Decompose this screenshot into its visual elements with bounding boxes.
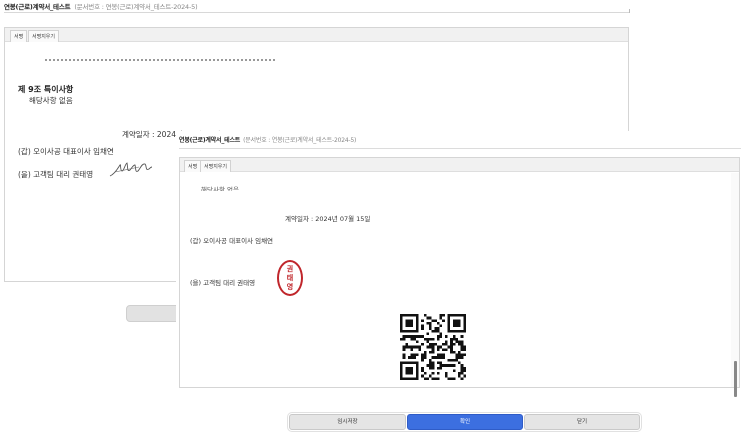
- back-section-body: 해당사항 없음: [29, 96, 73, 105]
- front-tab-bar: 서명 서명지우기: [180, 158, 739, 172]
- front-document-panel: 서명 서명지우기 해당사항 없음 계약일자 : 2024년 07월 15일 (갑…: [179, 157, 740, 397]
- front-window-title: 연봉(근로)계약서_테스트 (문서번호 : 연봉(근로)계약서_테스트-2024-…: [179, 135, 356, 144]
- back-cut-off-text: [45, 59, 275, 61]
- front-tab-clear-sign[interactable]: 서명지우기: [200, 160, 232, 172]
- back-party-a: (갑) 오이사공 대표이사 임채연: [18, 147, 114, 156]
- back-party-b: (을) 고객팀 대리 권태영: [18, 170, 94, 179]
- stamp-char-3: 영: [286, 283, 294, 291]
- front-contract-date: 계약일자 : 2024년 07월 15일: [285, 215, 371, 223]
- stamp-char-2: 태: [286, 274, 294, 282]
- back-title-divider: [4, 12, 630, 13]
- front-doc-number: (문서번호 : 연봉(근로)계약서_테스트-2024-5): [243, 137, 357, 144]
- back-section-heading: 제 9조 특이사항: [18, 85, 74, 94]
- front-partial-text: 해당사항 없음: [201, 186, 239, 191]
- front-party-a: (갑) 오이사공 대표이사 임채연: [190, 237, 274, 245]
- front-tab-sign[interactable]: 서명: [184, 160, 202, 172]
- back-window-title: 연봉(근로)계약서_테스트 (문서번호 : 연봉(근로)계약서_테스트-2024-…: [4, 1, 198, 11]
- front-scroll-thumb[interactable]: [734, 361, 737, 397]
- handwritten-signature-icon: [109, 162, 153, 177]
- back-tab-clear-sign[interactable]: 서명지우기: [28, 30, 60, 42]
- back-doc-number: (문서번호 : 연봉(근로)계약서_테스트-2024-5): [74, 3, 198, 11]
- back-tab-bar: 서명 서명지우기: [5, 28, 628, 42]
- back-title-tick: [629, 9, 630, 13]
- qr-code-icon: [400, 314, 466, 380]
- front-window: 연봉(근로)계약서_테스트 (문서번호 : 연봉(근로)계약서_테스트-2024-…: [176, 131, 744, 443]
- stamp-char-1: 권: [286, 265, 294, 273]
- front-party-b: (을) 고객팀 대리 권태영: [190, 279, 256, 287]
- back-tab-sign[interactable]: 서명: [10, 30, 28, 42]
- temp-save-button[interactable]: 임시저장: [289, 414, 406, 430]
- back-button-partial: [126, 305, 180, 322]
- front-title-text: 연봉(근로)계약서_테스트: [179, 137, 241, 144]
- front-document-view[interactable]: 해당사항 없음 계약일자 : 2024년 07월 15일 (갑) 오이사공 대표…: [180, 173, 732, 387]
- front-vertical-scrollbar[interactable]: [731, 173, 739, 397]
- back-title-text: 연봉(근로)계약서_테스트: [4, 3, 71, 11]
- seal-stamp-icon: 권 태 영: [277, 260, 303, 296]
- close-button[interactable]: 닫기: [524, 414, 640, 430]
- front-title-divider: [179, 148, 741, 149]
- confirm-button[interactable]: 확인: [407, 414, 523, 430]
